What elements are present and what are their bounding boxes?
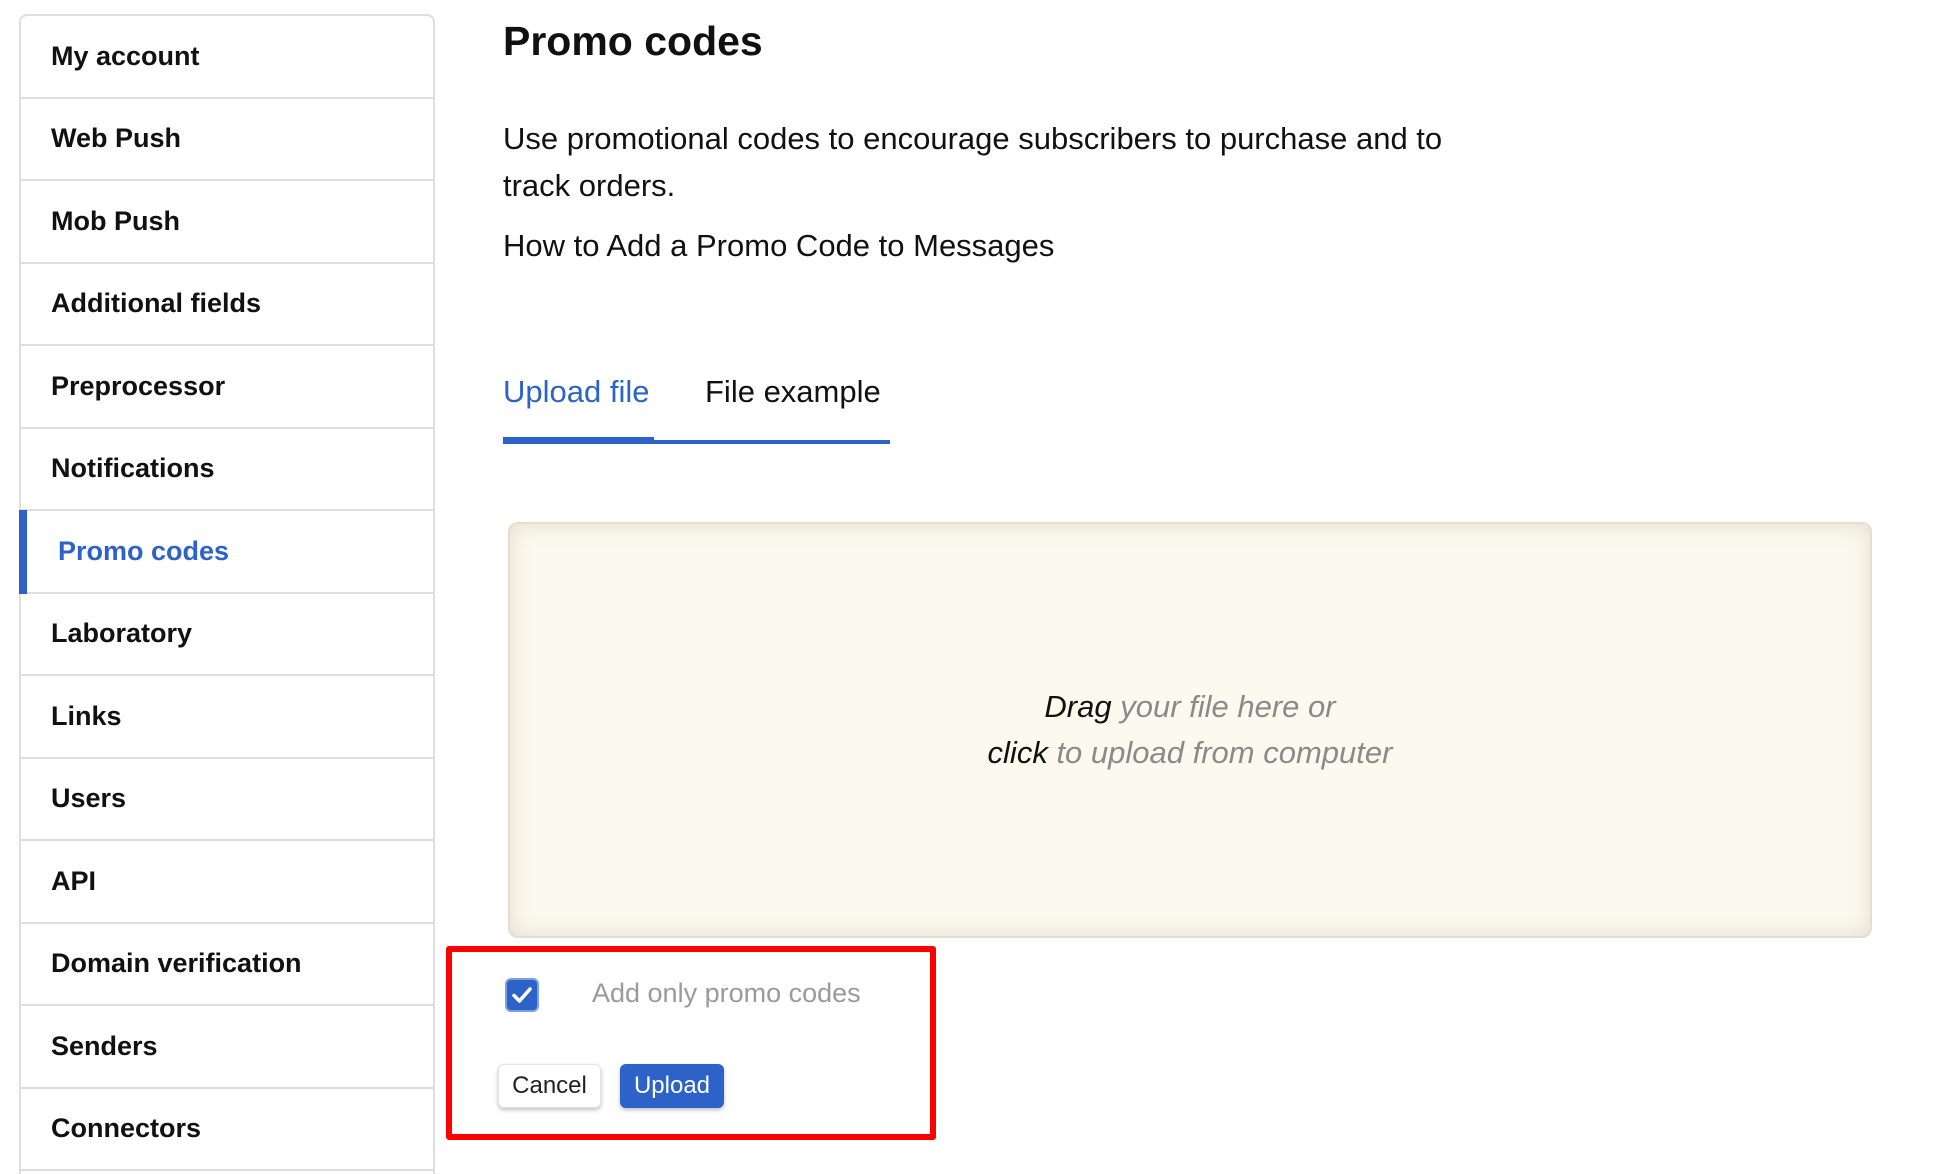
tab-upload-file[interactable]: Upload file: [503, 374, 654, 432]
sidebar-item-my-account[interactable]: My account: [21, 16, 433, 99]
sidebar-item-preprocessor[interactable]: Preprocessor: [21, 346, 433, 429]
sidebar-item-laboratory[interactable]: Laboratory: [21, 594, 433, 676]
dropzone-click-text[interactable]: click: [988, 735, 1048, 770]
sidebar-item-additional-fields[interactable]: Additional fields: [21, 264, 433, 346]
page-title: Promo codes: [503, 18, 763, 64]
tab-bar: Upload file File example: [503, 374, 881, 432]
sidebar-item-web-push[interactable]: Web Push: [21, 99, 433, 181]
file-dropzone[interactable]: Drag your file here or click to upload f…: [508, 522, 1872, 938]
page-description: Use promotional codes to encourage subsc…: [503, 121, 1443, 203]
sidebar-item-mob-push[interactable]: Mob Push: [21, 181, 433, 264]
sidebar-item-links[interactable]: Links: [21, 676, 433, 759]
sidebar-item-connectors[interactable]: Connectors: [21, 1089, 433, 1171]
dropzone-click-hint: to upload from computer: [1047, 735, 1393, 770]
sidebar-item-senders[interactable]: Senders: [21, 1006, 433, 1089]
sidebar-item-promo-codes[interactable]: Promo codes: [19, 510, 433, 594]
add-only-promo-codes-checkbox[interactable]: [505, 978, 539, 1012]
dropzone-drag-text: Drag: [1044, 689, 1112, 724]
settings-sidebar: My account Web Push Mob Push Additional …: [19, 14, 435, 1174]
highlight-box: [446, 946, 936, 1140]
sidebar-item-notifications[interactable]: Notifications: [21, 429, 433, 511]
sidebar-item-users[interactable]: Users: [21, 759, 433, 841]
upload-button[interactable]: Upload: [620, 1064, 724, 1108]
cancel-button[interactable]: Cancel: [498, 1064, 601, 1108]
tab-active-indicator: [503, 437, 654, 444]
add-only-promo-codes-label[interactable]: Add only promo codes: [592, 978, 861, 1009]
howto-link[interactable]: How to Add a Promo Code to Messages: [503, 228, 1054, 264]
sidebar-item-domain-verification[interactable]: Domain verification: [21, 924, 433, 1006]
dropzone-line-1: Drag your file here or: [1044, 684, 1335, 730]
sidebar-item-api[interactable]: API: [21, 841, 433, 924]
tab-file-example[interactable]: File example: [654, 374, 881, 432]
dropzone-line-2: click to upload from computer: [988, 730, 1393, 776]
check-icon: [512, 987, 532, 1003]
dropzone-drag-hint: your file here or: [1111, 689, 1336, 724]
